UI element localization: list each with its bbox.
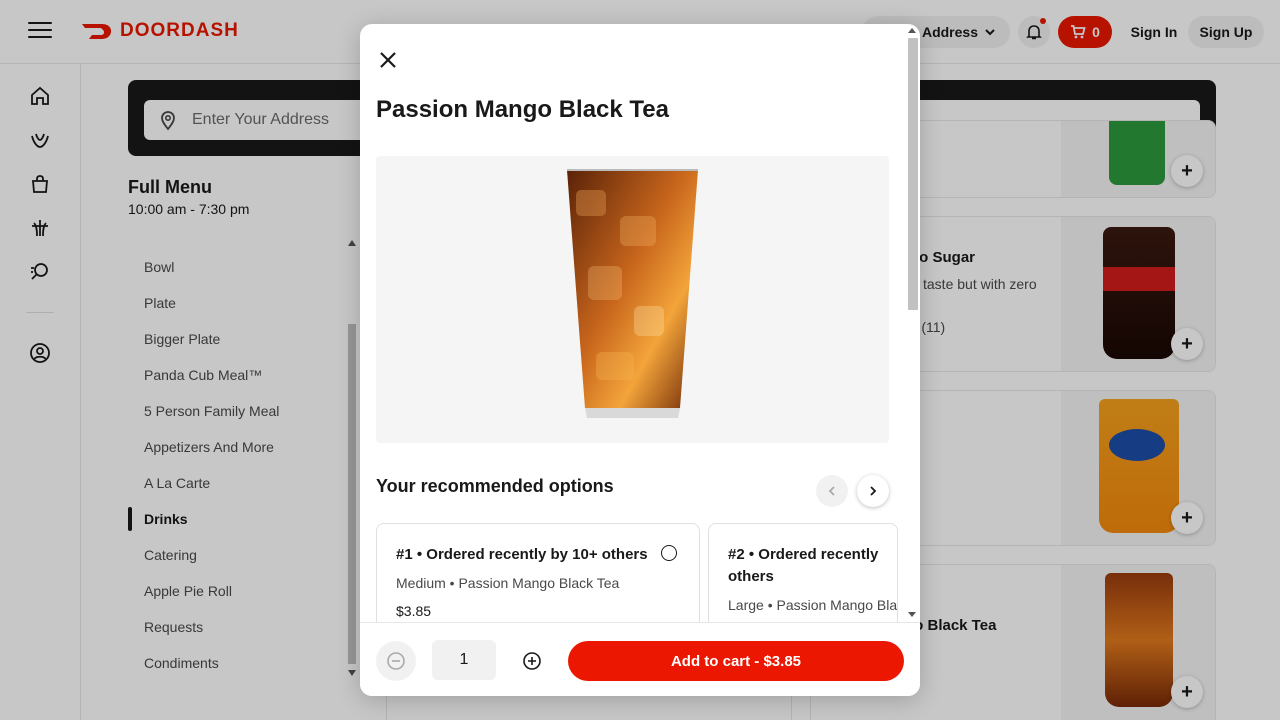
chevron-right-icon [870,486,877,496]
item-title: Passion Mango Black Tea [376,96,669,123]
quantity-decrease-button[interactable] [376,641,416,681]
minus-circle-icon [387,652,405,670]
quantity-increase-button[interactable] [512,641,552,681]
modal-scrollbar[interactable] [905,24,920,622]
recommended-title: Your recommended options [376,476,614,496]
scroll-down-arrow[interactable] [908,612,916,617]
option-price: $3.85 [396,603,432,619]
option-detail: Medium • Passion Mango Black Tea [396,575,620,591]
option-heading: #1 • Ordered recently by 10+ others [396,546,648,563]
item-modal: Passion Mango Black Tea Your recommended… [360,24,920,696]
add-to-cart-button[interactable]: Add to cart - $3.85 [568,641,904,681]
scroll-thumb[interactable] [908,38,918,310]
option-heading: #2 • Ordered recently others [728,546,879,585]
option-detail: Large • Passion Mango Bla [728,597,898,613]
carousel-prev-button[interactable] [816,475,848,507]
close-icon[interactable] [376,48,400,72]
carousel-next-button[interactable] [857,475,889,507]
scroll-up-arrow[interactable] [908,28,916,33]
item-image [376,156,889,443]
option-radio[interactable] [661,545,677,561]
chevron-left-icon [828,486,835,496]
modal-footer: 1 Add to cart - $3.85 [360,622,920,696]
quantity-input[interactable]: 1 [432,640,496,680]
plus-circle-icon [523,652,541,670]
iced-tea-glass-image [567,169,698,418]
